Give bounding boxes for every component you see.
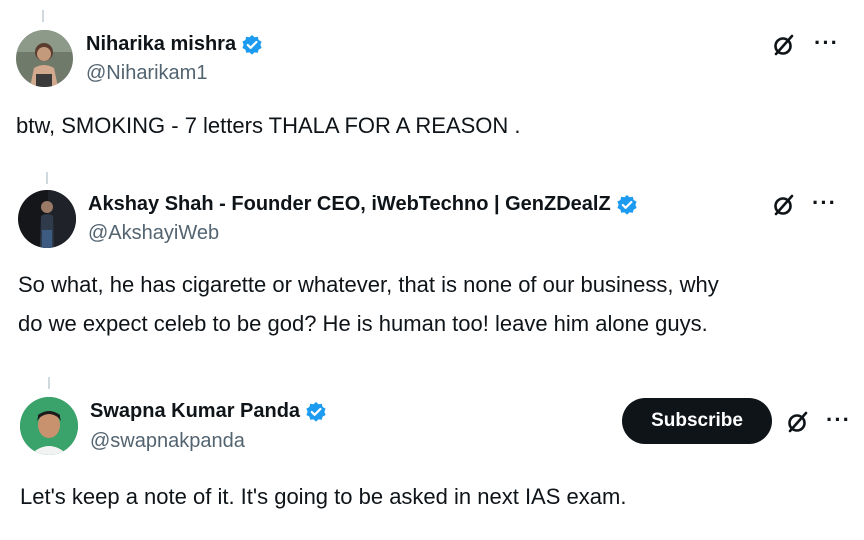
verified-badge-icon bbox=[616, 194, 638, 216]
verified-badge-icon bbox=[305, 401, 327, 423]
more-icon[interactable]: ··· bbox=[826, 409, 851, 431]
tweet-text: Let's keep a note of it. It's going to b… bbox=[20, 484, 627, 509]
author-name-row: Niharika mishra bbox=[86, 33, 263, 56]
author-handle[interactable]: @AkshayiWeb bbox=[88, 222, 219, 245]
tweet-text-line-2: do we expect celeb to be god? He is huma… bbox=[18, 311, 708, 336]
tweet-text-line-1: So what, he has cigarette or whatever, t… bbox=[18, 272, 719, 297]
tweet-niharika[interactable]: Niharika mishra @Niharikam1 ··· btw, SMO… bbox=[0, 0, 864, 160]
thread-line bbox=[42, 10, 44, 22]
author-handle[interactable]: @swapnakpanda bbox=[90, 430, 245, 453]
tweet-text: So what, he has cigarette or whatever, t… bbox=[18, 265, 719, 343]
tweet-swapna[interactable]: Swapna Kumar Panda @swapnakpanda Subscri… bbox=[0, 365, 864, 540]
author-name[interactable]: Akshay Shah - Founder CEO, iWebTechno | … bbox=[88, 193, 611, 216]
avatar[interactable] bbox=[20, 397, 78, 455]
more-icon[interactable]: ··· bbox=[814, 32, 839, 54]
grok-icon[interactable] bbox=[786, 410, 810, 434]
tweet-akshay[interactable]: Akshay Shah - Founder CEO, iWebTechno | … bbox=[0, 160, 864, 365]
avatar[interactable] bbox=[16, 30, 73, 87]
author-name[interactable]: Niharika mishra bbox=[86, 33, 236, 56]
grok-icon[interactable] bbox=[772, 193, 796, 217]
thread-line bbox=[46, 172, 48, 184]
avatar[interactable] bbox=[18, 190, 76, 248]
verified-badge-icon bbox=[241, 34, 263, 56]
grok-icon[interactable] bbox=[772, 33, 796, 57]
author-handle[interactable]: @Niharikam1 bbox=[86, 62, 207, 85]
author-name[interactable]: Swapna Kumar Panda bbox=[90, 400, 300, 423]
subscribe-button[interactable]: Subscribe bbox=[622, 398, 772, 444]
tweet-text: btw, SMOKING - 7 letters THALA FOR A REA… bbox=[16, 113, 521, 138]
author-name-row: Akshay Shah - Founder CEO, iWebTechno | … bbox=[88, 193, 638, 216]
more-icon[interactable]: ··· bbox=[812, 192, 837, 214]
author-name-row: Swapna Kumar Panda bbox=[90, 400, 327, 423]
thread-line bbox=[48, 377, 50, 389]
